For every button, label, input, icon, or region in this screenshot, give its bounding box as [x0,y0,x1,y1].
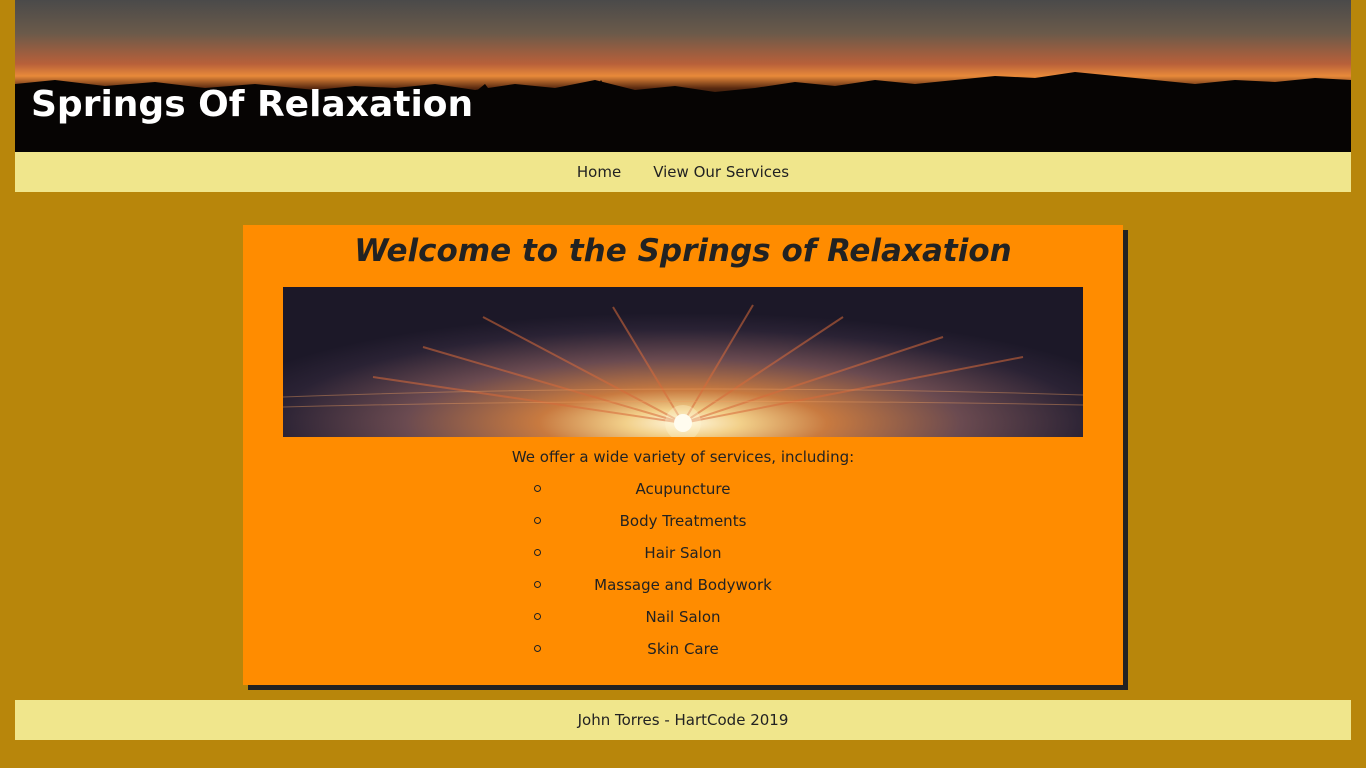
footer-text: John Torres - HartCode 2019 [577,711,789,729]
nav-item-home[interactable]: Home [577,163,621,181]
service-label: Nail Salon [645,608,721,626]
service-label: Acupuncture [635,480,731,498]
services-list: Acupuncture Body Treatments Hair Salon M… [533,476,833,668]
service-label: Skin Care [647,640,719,658]
service-label: Body Treatments [619,512,747,530]
main-nav: Home View Our Services [15,152,1351,192]
circle-bullet-icon [534,581,541,588]
header-banner: Springs Of Relaxation [15,0,1351,152]
nav-item-view-our-services[interactable]: View Our Services [653,163,789,181]
list-item: Nail Salon [533,604,833,636]
circle-bullet-icon [534,517,541,524]
site-title: Springs Of Relaxation [31,84,474,125]
circle-bullet-icon [534,613,541,620]
circle-bullet-icon [534,485,541,492]
list-item: Hair Salon [533,540,833,572]
list-item: Skin Care [533,636,833,668]
service-label: Hair Salon [644,544,722,562]
list-item: Massage and Bodywork [533,572,833,604]
list-item: Body Treatments [533,508,833,540]
mountain-silhouette-image [15,72,1351,152]
service-label: Massage and Bodywork [594,576,772,594]
circle-bullet-icon [534,645,541,652]
welcome-heading: Welcome to the Springs of Relaxation [354,233,1012,269]
content-card: Welcome to the Springs of Relaxation We … [243,225,1123,685]
circle-bullet-icon [534,549,541,556]
sunset-hero-image [283,287,1083,437]
list-item: Acupuncture [533,476,833,508]
services-intro: We offer a wide variety of services, inc… [511,448,855,466]
sunset-rays [283,304,1083,437]
footer: John Torres - HartCode 2019 [15,700,1351,740]
